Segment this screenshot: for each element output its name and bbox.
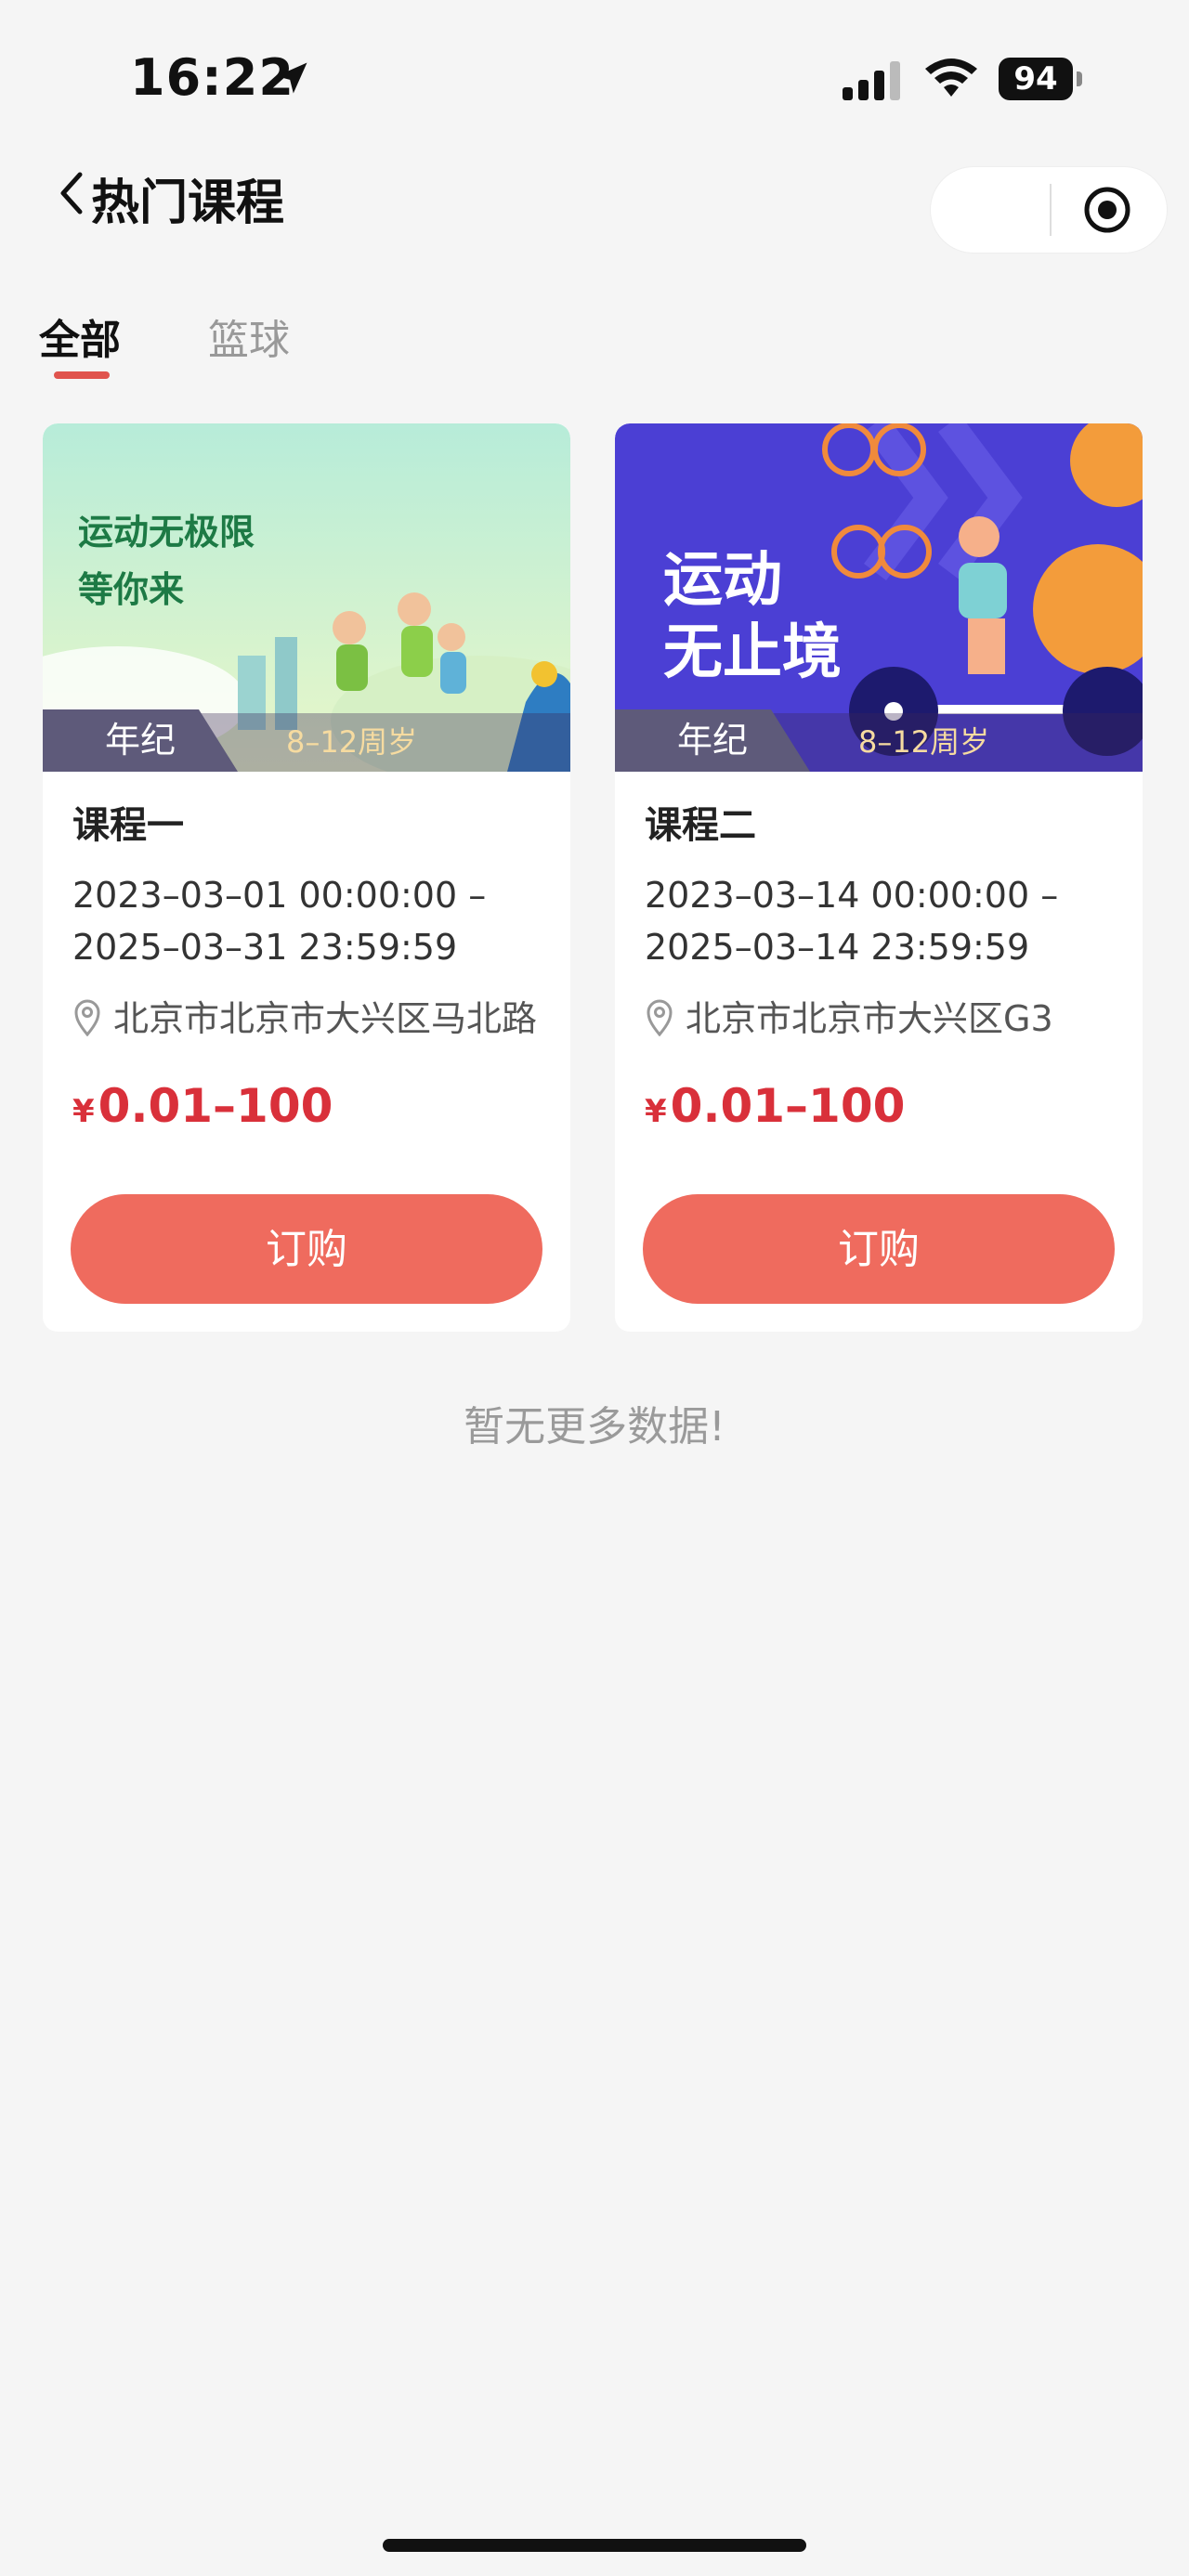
status-bar: 16:22 94 (0, 0, 1189, 158)
currency-symbol: ¥ (645, 1093, 667, 1130)
course-banner-image: 运动无极限 等你来 年纪 8–12周岁 (43, 423, 570, 772)
tab-active-underline (54, 371, 110, 379)
course-name: 课程一 (72, 804, 184, 847)
capsule-divider (1050, 184, 1052, 236)
order-button[interactable]: 订购 (71, 1194, 542, 1304)
battery-tip (1077, 72, 1082, 86)
course-price: ¥0.01–100 (645, 1079, 905, 1133)
page-title: 热门课程 (91, 176, 285, 231)
age-range: 8–12周岁 (286, 724, 418, 760)
clock: 16:22 (130, 48, 294, 107)
course-card[interactable]: 运动 无止境 年纪 8–12周岁 课程二 2023–03–14 00:00:00… (615, 423, 1143, 1332)
tab-basketball[interactable]: 篮球 (208, 306, 290, 366)
no-more-data-text: 暂无更多数据! (464, 1403, 725, 1451)
back-chevron-icon[interactable] (52, 165, 89, 221)
tab-all[interactable]: 全部 (39, 306, 121, 366)
course-address: 北京市北京市大兴区马北路 (113, 998, 538, 1039)
cellular-signal-icon (843, 61, 900, 100)
course-banner-image: 运动 无止境 年纪 8–12周岁 (615, 423, 1143, 772)
course-name: 课程二 (645, 804, 756, 847)
location-arrow-icon (276, 62, 307, 94)
location-pin-icon (647, 999, 673, 1036)
age-range: 8–12周岁 (858, 724, 990, 760)
location-pin-icon (74, 999, 100, 1036)
banner-slogan: 运动无极限 等你来 (78, 512, 255, 610)
course-time-range: 2023–03–14 00:00:00 – 2025–03–14 23:59:5… (645, 875, 1059, 968)
course-address: 北京市北京市大兴区G3 (686, 998, 1053, 1039)
home-indicator[interactable] (383, 2539, 806, 2552)
order-button[interactable]: 订购 (643, 1194, 1115, 1304)
course-time-range: 2023–03–01 00:00:00 – 2025–03–31 23:59:5… (72, 875, 487, 968)
battery-level: 94 (999, 58, 1073, 100)
close-target-icon[interactable] (1083, 186, 1131, 234)
miniprogram-capsule (931, 167, 1167, 253)
wifi-icon (925, 59, 977, 97)
banner-slogan: 运动 无止境 (663, 546, 842, 687)
price-value: 0.01–100 (670, 1079, 906, 1133)
currency-symbol: ¥ (72, 1093, 95, 1130)
course-price: ¥0.01–100 (72, 1079, 333, 1133)
battery-indicator: 94 (999, 58, 1084, 100)
price-value: 0.01–100 (98, 1079, 333, 1133)
course-card[interactable]: 运动无极限 等你来 年纪 8–12周岁 课程一 2023–03–01 00:00… (43, 423, 570, 1332)
